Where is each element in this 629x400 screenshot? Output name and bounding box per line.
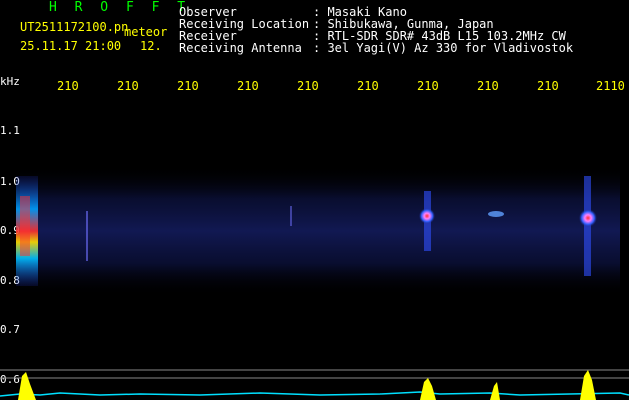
streak-1 <box>86 211 88 261</box>
x-tick-9: 2110 <box>596 79 625 93</box>
meteor-label: meteor <box>124 25 168 39</box>
filename: UT2511172100.pn <box>20 20 129 34</box>
left-signal-core <box>20 196 30 256</box>
x-tick-0: 210 <box>57 79 79 93</box>
x-tick-3: 210 <box>237 79 259 93</box>
x-tick-1: 210 <box>117 79 139 93</box>
echo-2 <box>419 208 435 224</box>
peak-4 <box>580 370 596 400</box>
x-tick-5: 210 <box>357 79 379 93</box>
peak-3 <box>490 382 500 400</box>
peak-1 <box>18 372 36 400</box>
y-unit-label: kHz <box>0 75 20 88</box>
x-tick-2: 210 <box>177 79 199 93</box>
echo-mid <box>488 211 504 217</box>
level-trace <box>0 391 629 397</box>
antenna-label: Receiving Antenna <box>179 41 302 55</box>
antenna-value: : 3el Yagi(V) Az 330 for Vladivostok <box>313 41 574 55</box>
spectrogram <box>0 166 629 400</box>
echo-3 <box>579 209 597 227</box>
streak-2 <box>290 206 292 226</box>
x-tick-7: 210 <box>477 79 499 93</box>
title: H R O F F T <box>49 0 191 15</box>
datetime: 25.11.17 21:00 <box>20 39 122 53</box>
peak-2 <box>420 378 436 400</box>
x-tick-6: 210 <box>417 79 439 93</box>
noise-band <box>20 166 620 296</box>
x-tick-4: 210 <box>297 79 319 93</box>
x-tick-8: 210 <box>537 79 559 93</box>
count: 12. <box>140 39 162 53</box>
